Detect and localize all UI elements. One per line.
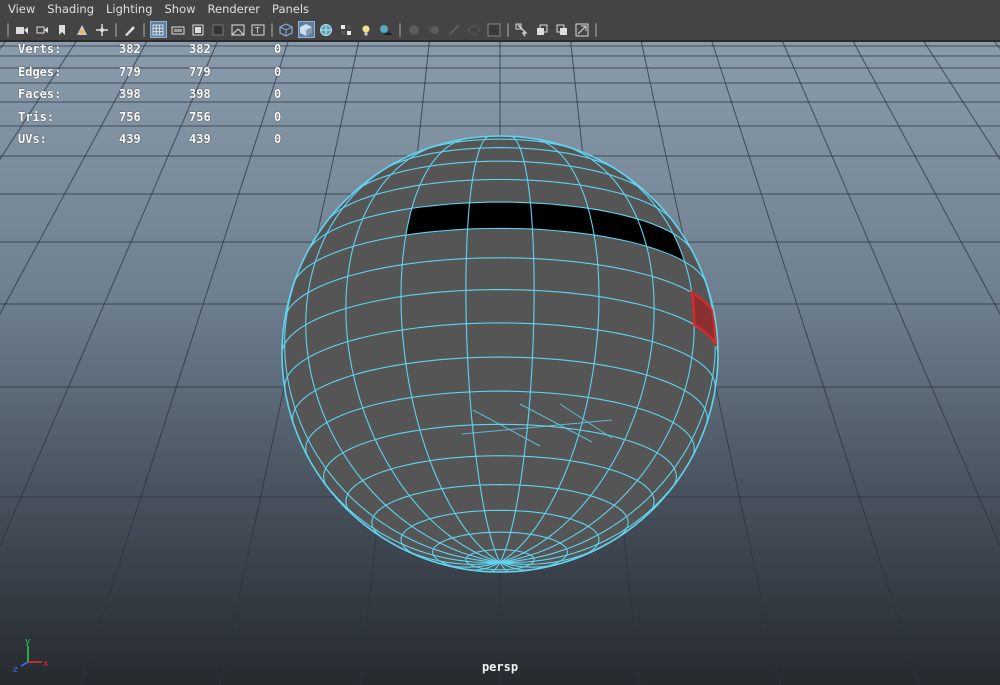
menu-panels[interactable]: Panels — [266, 0, 315, 19]
toolbar-separator — [7, 22, 9, 37]
xray-joints-icon[interactable] — [554, 21, 571, 38]
panel-toolbar: T — [0, 19, 1000, 41]
screen-space-ambient-occlusion-icon[interactable] — [406, 21, 423, 38]
use-all-lights-icon[interactable] — [358, 21, 375, 38]
hud-label: Edges: — [18, 64, 62, 79]
film-gate-icon[interactable] — [170, 21, 187, 38]
hud-c3: 0 — [274, 87, 282, 101]
camera-attributes-icon[interactable] — [34, 21, 51, 38]
hud-c3: 0 — [274, 109, 282, 124]
hud-c1: 439 — [119, 132, 141, 146]
xray-active-components-icon[interactable] — [534, 21, 551, 38]
anti-aliasing-icon[interactable] — [446, 21, 463, 38]
toolbar-separator — [115, 22, 117, 37]
svg-text:T: T — [254, 26, 260, 35]
xray-icon[interactable] — [514, 21, 531, 38]
grid-icon[interactable] — [149, 21, 167, 38]
textured-icon[interactable] — [338, 21, 355, 38]
grid-line — [923, 42, 1000, 161]
hud-c3: 0 — [274, 42, 282, 56]
wireframe-on-shaded-icon[interactable] — [318, 21, 335, 38]
wireframe-icon[interactable] — [278, 21, 295, 38]
hud-c1: 398 — [119, 87, 141, 101]
safe-action-icon[interactable]: T — [250, 21, 267, 38]
hud-c2: 398 — [189, 87, 211, 101]
backface-culling-icon[interactable] — [574, 21, 591, 38]
toolbar-separator — [595, 22, 597, 37]
viewport-canvas[interactable] — [0, 42, 1000, 685]
camera-name-label: persp — [481, 660, 519, 674]
depth-of-field-icon[interactable] — [466, 21, 483, 38]
grid-line — [994, 42, 1000, 50]
hud-c2: 382 — [189, 42, 211, 56]
motion-blur-icon[interactable] — [426, 21, 443, 38]
image-plane-icon[interactable] — [74, 21, 91, 38]
isolate-select-icon[interactable] — [486, 21, 503, 38]
hud-c3: 0 — [274, 64, 282, 79]
toolbar-separator — [399, 22, 401, 37]
toolbar-separator — [143, 22, 145, 37]
bookmark-icon[interactable] — [54, 21, 71, 38]
grid-line — [782, 42, 1000, 548]
smooth-shade-icon[interactable] — [297, 21, 315, 38]
field-chart-icon[interactable] — [230, 21, 247, 38]
hud-c3: 0 — [274, 132, 282, 146]
panel-menubar: View Shading Lighting Show Renderer Panels — [0, 0, 1000, 19]
poly-sphere[interactable] — [281, 135, 719, 573]
grid-line — [711, 42, 921, 685]
hud-label: Faces: — [18, 87, 62, 101]
hud-label: Verts: — [18, 42, 62, 56]
gate-mask-icon[interactable] — [210, 21, 227, 38]
hud-c1: 779 — [119, 64, 141, 79]
grid-line — [853, 42, 1000, 315]
toolbar-separator — [507, 22, 509, 37]
shadows-icon[interactable] — [378, 21, 395, 38]
menu-show[interactable]: Show — [159, 0, 202, 19]
axis-y-label: y — [25, 637, 31, 647]
perspective-viewport[interactable]: Verts: 382 382 0 Edges: 779 779 0 Faces: 398 398 0 T… — [0, 42, 1000, 685]
hud-c1: 756 — [119, 109, 141, 124]
resolution-gate-icon[interactable] — [190, 21, 207, 38]
menu-view[interactable]: View — [0, 0, 41, 19]
hud-c2: 779 — [189, 64, 211, 79]
hud-c2: 439 — [189, 132, 211, 146]
pan-zoom-icon[interactable] — [94, 21, 111, 38]
menu-renderer[interactable]: Renderer — [202, 0, 267, 19]
toolbar-separator — [271, 22, 273, 37]
hud-c2: 756 — [189, 109, 211, 124]
grid-line — [0, 42, 6, 50]
menu-shading[interactable]: Shading — [41, 0, 100, 19]
hud-c1: 382 — [119, 42, 141, 56]
hud-label: UVs: — [18, 132, 47, 146]
hud-label: Tris: — [18, 109, 55, 124]
grid-line — [79, 42, 289, 685]
menu-lighting[interactable]: Lighting — [100, 0, 158, 19]
camera-icon[interactable] — [14, 21, 31, 38]
grease-pencil-icon[interactable] — [122, 21, 139, 38]
